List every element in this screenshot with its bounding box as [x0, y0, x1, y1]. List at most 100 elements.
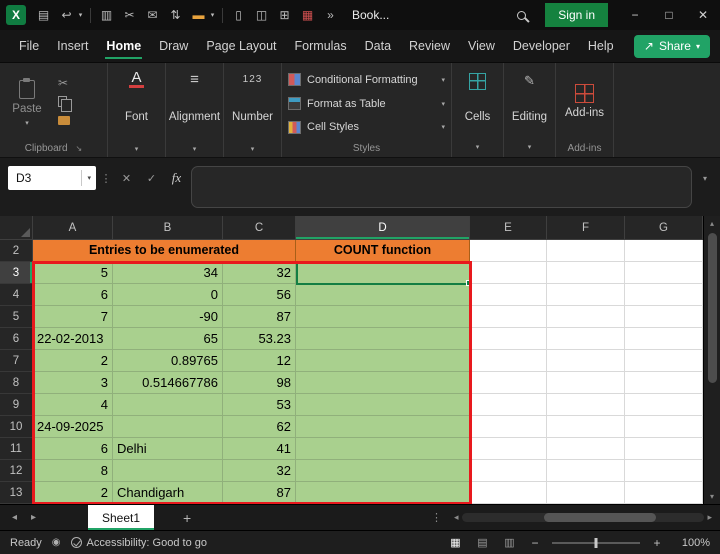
cell-g6[interactable] — [625, 328, 703, 350]
cell-g9[interactable] — [625, 394, 703, 416]
cell-d8[interactable] — [296, 372, 470, 394]
cell-a4[interactable]: 6 — [33, 284, 113, 306]
row-header-9[interactable]: 9 — [0, 394, 33, 416]
cell-d9[interactable] — [296, 394, 470, 416]
row-header-13[interactable]: 13 — [0, 482, 33, 504]
zoom-slider-thumb[interactable] — [594, 537, 598, 548]
hscroll-right-icon[interactable]: ▸ — [707, 512, 712, 523]
vertical-scrollbar[interactable]: ▴ ▾ — [703, 216, 720, 504]
cell-a5[interactable]: 7 — [33, 306, 113, 328]
cells-group-button[interactable]: Cells ▾ — [452, 63, 504, 157]
column-header-c[interactable]: C — [223, 216, 296, 240]
maximize-button[interactable]: □ — [652, 0, 686, 30]
cell-e7[interactable] — [470, 350, 547, 372]
zoom-percentage[interactable]: 100% — [674, 537, 710, 549]
mail-icon[interactable]: ✉ — [141, 3, 164, 27]
cell-e4[interactable] — [470, 284, 547, 306]
cell-g2[interactable] — [625, 240, 703, 262]
cell-g10[interactable] — [625, 416, 703, 438]
cell-f4[interactable] — [547, 284, 625, 306]
save-icon[interactable]: ▤ — [32, 3, 55, 27]
cell-c9[interactable]: 53 — [223, 394, 296, 416]
cell-b8[interactable]: 0.514667786 — [113, 372, 223, 394]
cell-g8[interactable] — [625, 372, 703, 394]
cell-a6[interactable]: 22-02-2013 — [33, 328, 113, 350]
normal-view-icon[interactable]: ▦ — [447, 536, 464, 549]
qat-more-icon[interactable]: » — [319, 3, 342, 27]
close-button[interactable]: ✕ — [686, 0, 720, 30]
table-icon[interactable]: ⊞ — [273, 3, 296, 27]
cell-e11[interactable] — [470, 438, 547, 460]
row-header-4[interactable]: 4 — [0, 284, 33, 306]
column-header-b[interactable]: B — [113, 216, 223, 240]
cell-c12[interactable]: 32 — [223, 460, 296, 482]
cell-d4[interactable] — [296, 284, 470, 306]
scroll-up-icon[interactable]: ▴ — [710, 216, 714, 231]
new-document-icon[interactable]: ▯ — [227, 3, 250, 27]
cell-f6[interactable] — [547, 328, 625, 350]
cell-e12[interactable] — [470, 460, 547, 482]
formula-bar-expand-icon[interactable]: ▾ — [696, 166, 714, 190]
cell-b7[interactable]: 0.89765 — [113, 350, 223, 372]
cell-c8[interactable]: 98 — [223, 372, 296, 394]
row-header-3[interactable]: 3 — [0, 262, 33, 284]
confirm-entry-icon[interactable]: ✓ — [141, 166, 162, 190]
menu-review[interactable]: Review — [400, 30, 459, 62]
sheet-bar-menu-icon[interactable]: ⋮ — [431, 511, 442, 524]
alignment-group-button[interactable]: ≡ Alignment ▾ — [166, 63, 224, 157]
cell-a11[interactable]: 6 — [33, 438, 113, 460]
cell-d6[interactable] — [296, 328, 470, 350]
cell-styles-button[interactable]: Cell Styles ▾ — [288, 116, 445, 138]
cell-f7[interactable] — [547, 350, 625, 372]
menu-formulas[interactable]: Formulas — [286, 30, 356, 62]
cell-g13[interactable] — [625, 482, 703, 504]
column-header-f[interactable]: F — [547, 216, 625, 240]
format-painter-icon[interactable] — [58, 114, 70, 127]
cell-g4[interactable] — [625, 284, 703, 306]
cell-f8[interactable] — [547, 372, 625, 394]
cell-e8[interactable] — [470, 372, 547, 394]
scroll-down-icon[interactable]: ▾ — [710, 489, 714, 504]
cell-c10[interactable]: 62 — [223, 416, 296, 438]
zoom-out-button[interactable]: − — [528, 536, 542, 550]
minimize-button[interactable]: − — [618, 0, 652, 30]
merged-cell-entries-header[interactable]: Entries to be enumerated — [33, 240, 296, 262]
column-header-d[interactable]: D — [296, 216, 470, 240]
cell-a3[interactable]: 5 — [33, 262, 113, 284]
page-layout-view-icon[interactable]: ▤ — [474, 536, 491, 549]
cell-a10[interactable]: 24-09-2025 — [33, 416, 113, 438]
cut-small-icon[interactable]: ✂ — [58, 76, 70, 90]
cell-d7[interactable] — [296, 350, 470, 372]
cell-g3[interactable] — [625, 262, 703, 284]
cell-f2[interactable] — [547, 240, 625, 262]
cell-e9[interactable] — [470, 394, 547, 416]
cell-f11[interactable] — [547, 438, 625, 460]
column-header-a[interactable]: A — [33, 216, 113, 240]
row-header-5[interactable]: 5 — [0, 306, 33, 328]
macro-record-icon[interactable]: ◉ — [52, 537, 61, 548]
cell-d11[interactable] — [296, 438, 470, 460]
undo-chevron-icon[interactable]: ▾ — [75, 3, 86, 27]
menu-view[interactable]: View — [459, 30, 504, 62]
menu-developer[interactable]: Developer — [504, 30, 579, 62]
addins-button[interactable]: Add-ins — [556, 63, 613, 140]
conditional-formatting-button[interactable]: Conditional Formatting ▾ — [288, 69, 445, 91]
menu-page-layout[interactable]: Page Layout — [197, 30, 285, 62]
sign-in-button[interactable]: Sign in — [545, 3, 608, 27]
cell-f12[interactable] — [547, 460, 625, 482]
sheet-nav-right-icon[interactable]: ▸ — [27, 512, 40, 523]
cell-d10[interactable] — [296, 416, 470, 438]
cell-b9[interactable] — [113, 394, 223, 416]
row-header-8[interactable]: 8 — [0, 372, 33, 394]
cell-f5[interactable] — [547, 306, 625, 328]
menu-file[interactable]: File — [10, 30, 48, 62]
menu-insert[interactable]: Insert — [48, 30, 97, 62]
font-group-button[interactable]: A Font ▾ — [108, 63, 166, 157]
cell-f3[interactable] — [547, 262, 625, 284]
cell-a8[interactable]: 3 — [33, 372, 113, 394]
name-box-chevron-icon[interactable]: ▾ — [81, 170, 96, 186]
cell-b4[interactable]: 0 — [113, 284, 223, 306]
cell-d2-count-header[interactable]: COUNT function — [296, 240, 470, 262]
grid-icon[interactable]: ▦ — [296, 3, 319, 27]
paste-button[interactable]: Paste ▾ — [0, 76, 54, 127]
